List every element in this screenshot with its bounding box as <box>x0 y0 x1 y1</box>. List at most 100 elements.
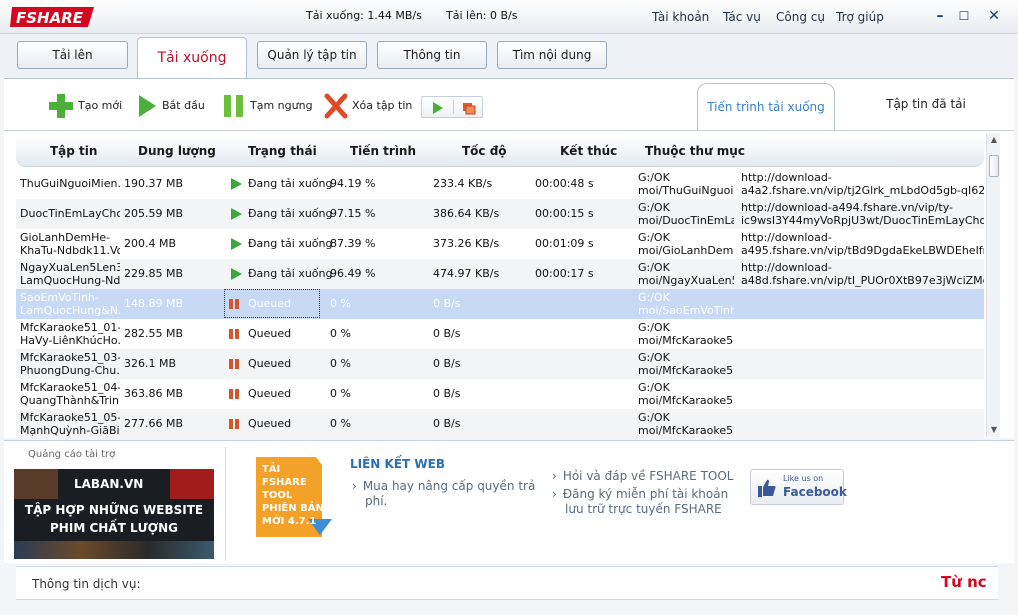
file-name: MfcKaraoke51_01- HaVy-LiênKhúcHo... <box>20 321 120 347</box>
ad-thumb <box>170 469 214 499</box>
facebook-brand: Facebook <box>783 485 847 499</box>
vertical-scrollbar[interactable]: ▲ ▼ <box>986 133 1000 437</box>
close-button[interactable]: ✕ <box>986 8 1002 24</box>
menu-actions[interactable]: Tác vụ <box>723 10 761 24</box>
tab-info[interactable]: Thông tin <box>377 41 487 69</box>
promo-text: TẢI FSHARE TOOL PHIÊN BẢN MỚI 4.7.1 <box>262 464 324 527</box>
tab-upload[interactable]: Tải lên <box>17 41 128 69</box>
quick-stop-icon[interactable] <box>462 101 476 115</box>
col-progress[interactable]: Tiến trình <box>350 144 416 158</box>
thumbs-up-icon <box>758 479 776 497</box>
facebook-like-text: Like us on <box>783 474 824 483</box>
table-row[interactable]: DuocTinEmLayCho... 205.59 MB Đang tải xu… <box>16 199 984 229</box>
table-row[interactable]: MfcKaraoke51_01- HaVy-LiênKhúcHo... 282.5… <box>16 319 984 349</box>
pause-status-icon <box>229 389 239 399</box>
col-file[interactable]: Tập tin <box>50 144 97 158</box>
col-status[interactable]: Trạng thái <box>248 144 317 158</box>
speed-text: 0 B/s <box>433 417 461 430</box>
table-row-selected[interactable]: SaoEmVoTinh- LamQuocHung&N... 148.89 MB Q… <box>16 289 984 319</box>
scroll-down-icon[interactable]: ▼ <box>987 423 1001 437</box>
url-text: http://download-a494.fshare.vn/vip/ty-ic… <box>741 201 984 227</box>
menu-help[interactable]: Trợ giúp <box>836 10 884 24</box>
file-size: 282.55 MB <box>124 327 184 340</box>
col-size[interactable]: Dung lượng <box>138 144 216 158</box>
pause-status-icon <box>229 299 239 309</box>
tab-file-manager[interactable]: Quản lý tập tin <box>257 41 367 69</box>
tab-download[interactable]: Tải xuống <box>137 37 247 79</box>
link-register[interactable]: › Đăng ký miễn phí tài khoản lưu trữ trực … <box>552 487 728 517</box>
table-row[interactable]: GioLanhDemHe- KhaTu-Ndbdk11.Vob 200.4 MB … <box>16 229 984 259</box>
table-row[interactable]: ThuGuiNguoiMien... 190.37 MB Đang tải xu… <box>16 169 984 199</box>
tab-search-content[interactable]: Tìm nội dung <box>497 41 607 69</box>
file-name: GioLanhDemHe- KhaTu-Ndbdk11.Vob <box>20 231 120 257</box>
menu-account[interactable]: Tài khoản <box>652 10 709 24</box>
ad-banner[interactable]: LABAN.VN TẬP HỢP NHỮNG WEBSITE PHIM CHẤT… <box>14 469 214 559</box>
file-size: 277.66 MB <box>124 417 184 430</box>
speed-text: 373.26 KB/s <box>433 237 500 250</box>
file-size: 363.86 MB <box>124 387 184 400</box>
speed-text: 386.64 KB/s <box>433 207 500 220</box>
service-info-label: Thông tin dịch vụ: <box>32 577 141 591</box>
arrow-icon: › <box>552 469 557 483</box>
maximize-button[interactable]: ☐ <box>956 8 972 24</box>
progress-text: 96.49 % <box>330 267 376 280</box>
scroll-up-icon[interactable]: ▲ <box>987 133 1001 147</box>
arrow-icon: › <box>552 487 557 501</box>
status-text: Queued <box>248 387 292 400</box>
pause-status-icon <box>229 359 239 369</box>
file-size: 205.59 MB <box>124 207 184 220</box>
speed-text: 0 B/s <box>433 297 461 310</box>
table-row[interactable]: MfcKaraoke51_05- MạnhQuỳnh-GiãBi... 277.6… <box>16 409 984 439</box>
pause-icon <box>224 95 243 117</box>
tool-update-promo[interactable]: TẢI FSHARE TOOL PHIÊN BẢN MỚI 4.7.1 <box>256 457 332 539</box>
table-row[interactable]: NgayXuaLen5Len3- LamQuocHung-Nd... 229.85… <box>16 259 984 289</box>
speed-text: 0 B/s <box>433 357 461 370</box>
bottom-panel: Quảng cáo tài trợ LABAN.VN TẬP HỢP NHỮNG… <box>4 440 1014 563</box>
subtab-downloaded-files[interactable]: Tập tin đã tải <box>866 97 986 111</box>
folder-text: G:/OKmoi/SaoEmVoTinh-... <box>638 291 734 317</box>
progress-text: 87.39 % <box>330 237 376 250</box>
scroll-thumb[interactable] <box>989 155 999 177</box>
eta-text: 00:00:17 s <box>535 267 594 280</box>
folder-text: G:/OK moi/ThuGuiNguoi... <box>638 171 734 197</box>
link-faq[interactable]: › Hỏi và đáp về FSHARE TOOL <box>552 469 733 484</box>
pause-button[interactable]: Tạm ngưng <box>222 93 313 119</box>
table-row[interactable]: MfcKaraoke51_04- QuangThành&Trin... 363.8… <box>16 379 984 409</box>
status-text: Đang tải xuống <box>248 237 333 250</box>
folder-text: G:/OK moi/MfcKaraoke5... <box>638 381 734 407</box>
status-text: Queued <box>248 417 292 430</box>
upload-speed: Tải lên: 0 B/s <box>446 9 518 22</box>
subtab-download-progress[interactable]: Tiến trình tải xuống <box>697 83 835 131</box>
table-row[interactable]: MfcKaraoke51_03- PhuongDung-Chu... 326.1 … <box>16 349 984 379</box>
web-links-title: LIÊN KẾT WEB <box>350 457 445 471</box>
file-size: 200.4 MB <box>124 237 177 250</box>
progress-text: 0 % <box>330 327 351 340</box>
url-text: http://download-a495.fshare.vn/vip/tBd9D… <box>741 231 984 257</box>
url-text: http://download-a48d.fshare.vn/vip/tI_PU… <box>741 261 984 287</box>
url-text: http://download-a4a2.fshare.vn/vip/tj2Gl… <box>741 171 984 197</box>
menu-tools[interactable]: Công cụ <box>776 10 825 24</box>
col-finish[interactable]: Kết thúc <box>560 144 617 158</box>
play-status-icon <box>231 238 242 250</box>
ad-line-2: PHIM CHẤT LƯỢNG <box>50 521 178 535</box>
folder-text: G:/OKmoi/GioLanhDemH... <box>638 231 734 257</box>
facebook-button[interactable]: Like us on Facebook <box>750 469 847 505</box>
status-text: Queued <box>248 297 292 310</box>
minimize-button[interactable]: – <box>932 8 948 24</box>
col-speed[interactable]: Tốc độ <box>462 144 507 158</box>
progress-text: 94.19 % <box>330 177 376 190</box>
delete-file-button[interactable]: Xóa tập tin <box>324 93 414 119</box>
file-size: 190.37 MB <box>124 177 184 190</box>
link-upgrade[interactable]: › Mua hay nâng cấp quyền trả phí. <box>352 479 535 509</box>
start-button[interactable]: Bắt đầu <box>136 93 212 119</box>
progress-text: 0 % <box>330 297 351 310</box>
new-button[interactable]: Tạo mới <box>48 93 124 119</box>
delete-x-icon <box>324 93 348 119</box>
play-status-icon <box>231 208 242 220</box>
folder-text: G:/OK moi/MfcKaraoke5... <box>638 351 734 377</box>
divider <box>453 100 454 114</box>
eta-text: 00:01:09 s <box>535 237 594 250</box>
quick-start-icon[interactable] <box>431 101 445 115</box>
col-folder[interactable]: Thuộc thư mục <box>645 144 745 158</box>
folder-text: G:/OKmoi/DuocTinEmLa... <box>638 201 734 227</box>
